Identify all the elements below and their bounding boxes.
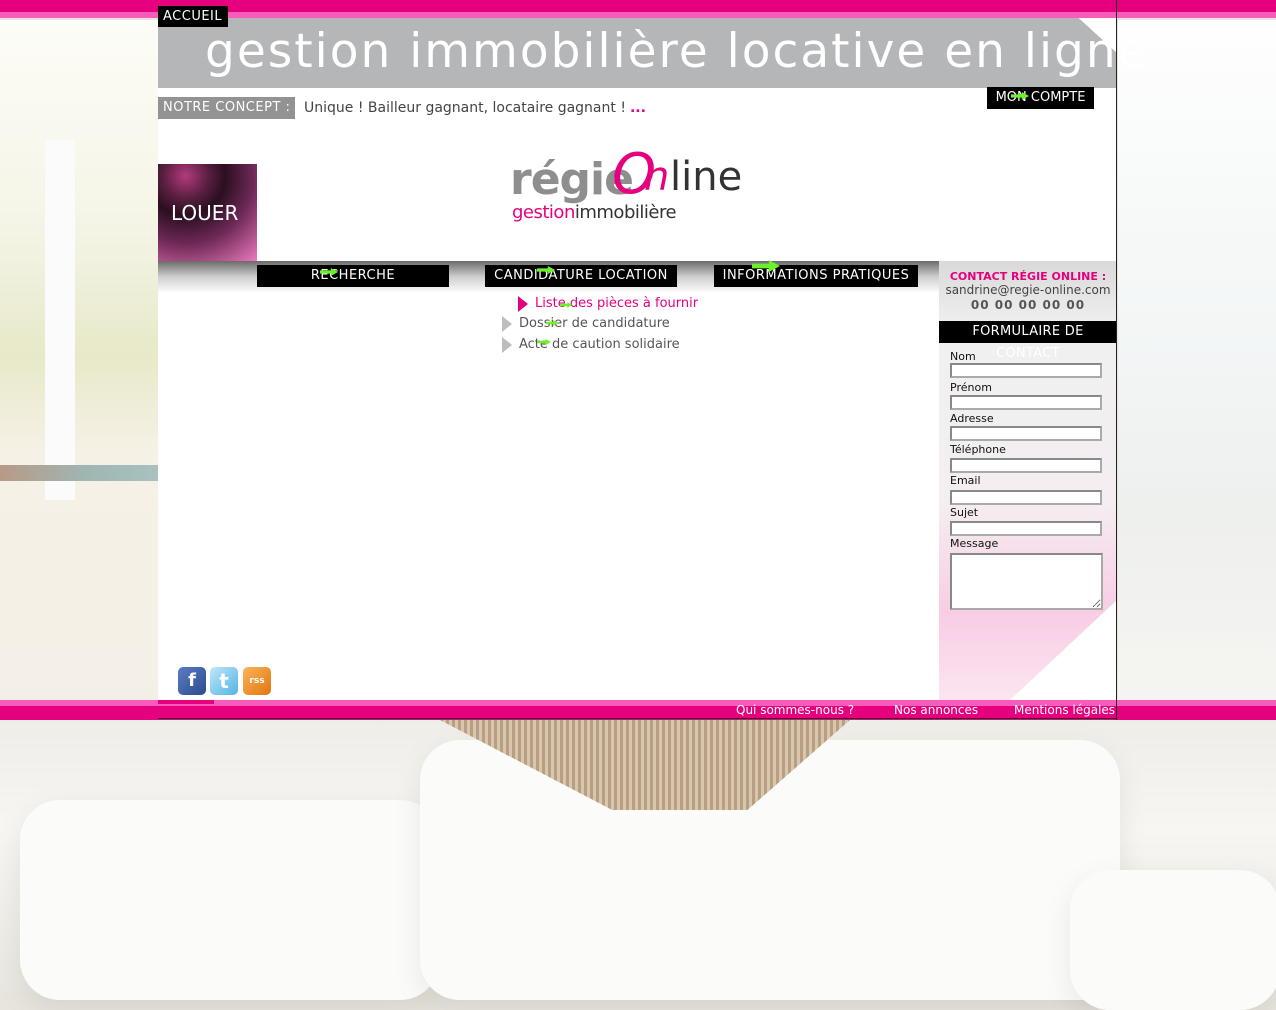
nav-informations-pratiques[interactable]: INFORMATIONS PRATIQUES bbox=[714, 265, 918, 287]
concept-more-link[interactable]: ... bbox=[630, 100, 646, 116]
contact-email[interactable]: sandrine@regie-online.com bbox=[939, 283, 1117, 297]
prenom-label: Prénom bbox=[950, 381, 992, 394]
regie-online-logo[interactable]: régie O n line gestionimmobilière bbox=[510, 142, 750, 228]
sujet-field[interactable] bbox=[950, 521, 1102, 536]
background-window-post bbox=[45, 140, 75, 500]
nav-recherche-label: RECHERCHE bbox=[310, 268, 396, 283]
email-label: Email bbox=[950, 474, 981, 487]
concept-text: Unique ! Bailleur gagnant, locataire gag… bbox=[304, 97, 646, 119]
twitter-icon[interactable]: t bbox=[210, 667, 238, 695]
telephone-label: Téléphone bbox=[950, 443, 1006, 456]
footer-accent bbox=[158, 700, 214, 704]
page-border-right bbox=[1116, 0, 1117, 720]
submenu-item-acte-caution[interactable]: Acte de caution solidaire bbox=[519, 336, 680, 354]
page-border-bottom bbox=[158, 718, 1117, 719]
footer-link-nos-annonces[interactable]: Nos annonces bbox=[894, 703, 978, 717]
sofa-cushion bbox=[20, 800, 440, 1000]
concept-tagline: Unique ! Bailleur gagnant, locataire gag… bbox=[304, 100, 626, 116]
nav-candidature-location[interactable]: CANDIDATURE LOCATION bbox=[485, 265, 677, 287]
contact-form-title: FORMULAIRE DE CONTACT bbox=[939, 321, 1117, 361]
nav-informations-label: INFORMATIONS PRATIQUES bbox=[722, 268, 910, 283]
prenom-field[interactable] bbox=[950, 395, 1102, 410]
message-label: Message bbox=[950, 537, 999, 550]
nav-candidature-label: CANDIDATURE LOCATION bbox=[494, 268, 668, 283]
adresse-field[interactable] bbox=[950, 426, 1102, 441]
accueil-link[interactable]: ACCUEIL bbox=[158, 6, 228, 27]
telephone-field[interactable] bbox=[950, 458, 1102, 473]
email-field[interactable] bbox=[950, 490, 1102, 505]
background-window-left bbox=[0, 20, 158, 720]
banner-title: gestion immobilière locative en ligne bbox=[205, 24, 1149, 79]
concept-label: NOTRE CONCEPT : bbox=[158, 97, 295, 119]
sujet-label: Sujet bbox=[950, 506, 979, 519]
submenu-item-liste-pieces[interactable]: Liste des pièces à fournir bbox=[535, 295, 698, 313]
nom-label: Nom bbox=[950, 350, 976, 363]
rss-icon[interactable]: rss bbox=[243, 667, 271, 695]
footer-link-mentions-legales[interactable]: Mentions légales bbox=[1014, 703, 1115, 717]
facebook-glyph: f bbox=[188, 670, 196, 691]
mon-compte-button[interactable]: MON COMPTE bbox=[987, 87, 1094, 109]
sofa-cushion bbox=[1070, 870, 1276, 1010]
submenu-triangle-icon bbox=[502, 337, 512, 353]
twitter-glyph: t bbox=[219, 669, 229, 693]
contact-phone: 00 00 00 00 00 bbox=[970, 298, 1086, 312]
adresse-label: Adresse bbox=[950, 412, 994, 425]
logo-n: n bbox=[644, 154, 670, 200]
footer-link-qui-sommes-nous[interactable]: Qui sommes-nous ? bbox=[736, 703, 854, 717]
mon-compte-label: MON COMPTE bbox=[995, 90, 1086, 105]
louer-tile[interactable]: LOUER bbox=[158, 164, 257, 263]
logo-subtitle: gestionimmobilière bbox=[512, 202, 677, 223]
message-field[interactable] bbox=[950, 553, 1103, 610]
background-window-right bbox=[1118, 20, 1276, 720]
submenu-triangle-icon bbox=[502, 316, 512, 332]
nav-recherche[interactable]: RECHERCHE bbox=[257, 265, 449, 287]
contact-title: CONTACT RÉGIE ONLINE : bbox=[949, 270, 1107, 283]
logo-gestion: gestion bbox=[512, 202, 575, 223]
facebook-icon[interactable]: f bbox=[178, 667, 206, 695]
submenu-item-dossier-candidature[interactable]: Dossier de candidature bbox=[519, 315, 670, 333]
nom-field[interactable] bbox=[950, 363, 1102, 378]
submenu-active-triangle-icon bbox=[518, 296, 528, 312]
logo-line: line bbox=[670, 154, 743, 200]
louer-label: LOUER bbox=[171, 201, 239, 225]
rss-glyph: rss bbox=[249, 676, 265, 686]
background-window-sill bbox=[0, 465, 158, 481]
logo-immobiliere: immobilière bbox=[574, 202, 677, 223]
